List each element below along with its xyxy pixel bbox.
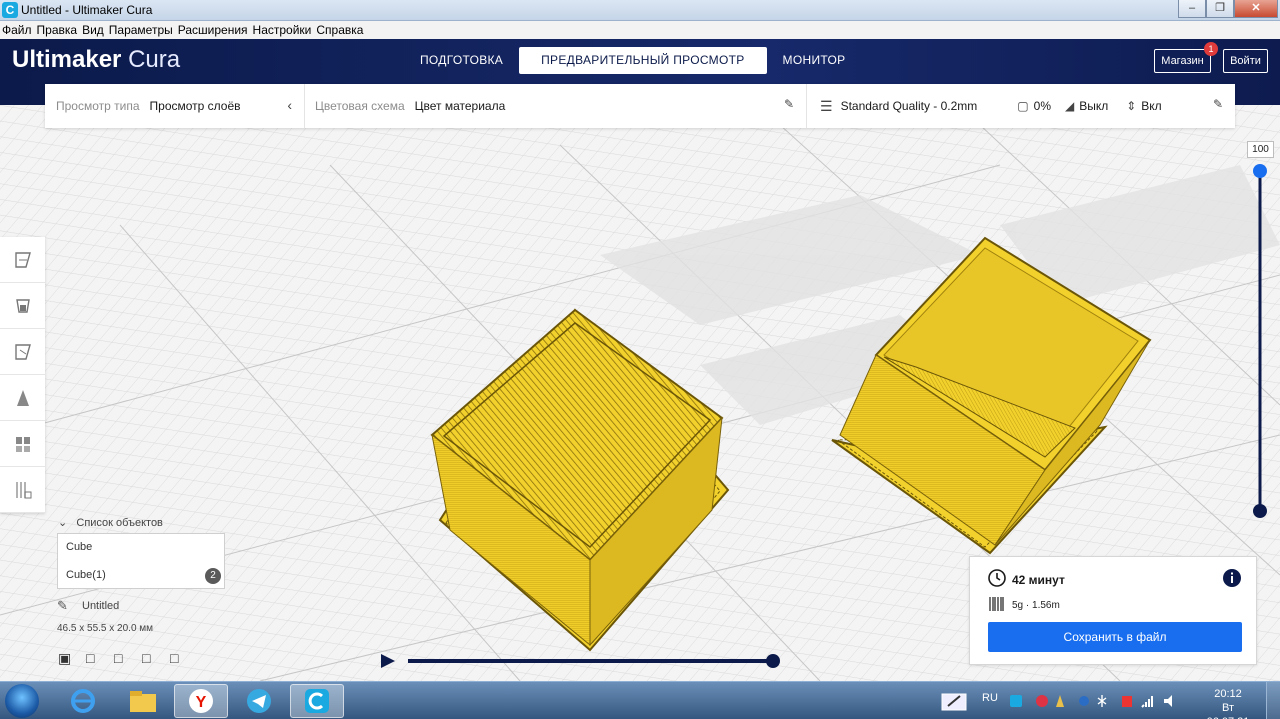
layer-slider-top-handle[interactable] [1253,164,1267,178]
object-list-header[interactable]: ⌄ Список объектов [58,516,163,529]
right-view-icon[interactable]: □ [170,650,198,667]
color-scheme-section[interactable]: Цветовая схема Цвет материала ✎ [305,84,807,128]
infill-value: 0% [1033,99,1051,113]
menu-view[interactable]: Вид [82,23,104,37]
color-scheme-value: Цвет материала [414,99,506,113]
menu-settings[interactable]: Параметры [109,23,173,37]
close-button[interactable]: ✕ [1234,0,1278,18]
cura-taskbar-icon[interactable] [290,684,344,718]
info-icon[interactable] [1223,569,1241,587]
color-scheme-label: Цветовая схема [315,99,405,113]
window-titlebar: C Untitled - Ultimaker Cura – ❐ ✕ [0,0,1280,21]
menu-edit[interactable]: Правка [37,23,78,37]
clock-time: 20:12 [1214,688,1242,700]
show-desktop-button[interactable] [1266,682,1280,719]
mirror-tool-icon[interactable] [0,375,45,421]
language-indicator[interactable]: RU [982,692,998,704]
window-controls: – ❐ ✕ [1178,0,1278,18]
object-list: Cube Cube(1) 2 [57,533,225,589]
quality-value: Standard Quality - 0.2mm [840,99,978,113]
view-type-value: Просмотр слоёв [149,99,241,113]
maximize-button[interactable]: ❐ [1206,0,1234,18]
menu-file[interactable]: Файл [2,23,32,37]
top-view-icon[interactable]: □ [114,650,142,667]
clock-icon [988,569,1006,587]
camera-view-buttons: ▣ □ □ □ □ [58,650,198,667]
file-explorer-icon[interactable] [116,684,170,718]
spool-icon [989,597,1004,611]
adhesion-icon: ⇕ [1126,99,1137,113]
move-tool-icon[interactable] [0,237,45,283]
left-view-icon[interactable]: □ [142,650,170,667]
model-dimensions: 46.5 x 55.5 x 20.0 мм [57,623,154,634]
pencil-icon[interactable]: ✎ [784,97,794,111]
minimize-button[interactable]: – [1178,0,1206,18]
chevron-left-icon[interactable]: ‹ [287,97,292,113]
print-settings-section[interactable]: ☰ Standard Quality - 0.2mm ▢ 0% ◢ Выкл ⇕… [807,84,1235,128]
object-list-title: Список объектов [76,517,163,529]
svg-text:Y: Y [196,694,207,711]
marketplace-badge: 1 [1204,42,1218,56]
save-to-file-button[interactable]: Сохранить в файл [988,622,1242,652]
telegram-icon[interactable] [232,684,286,718]
quality-icon: ☰ [820,97,833,114]
layer-number-label[interactable]: 100 [1247,141,1274,158]
pen-input-icon[interactable] [940,690,968,712]
material-usage: 5g · 1.56m [1012,600,1060,611]
list-item[interactable]: Cube [66,541,92,553]
pencil-icon[interactable]: ✎ [57,598,68,614]
rotate-tool-icon[interactable] [0,329,45,375]
windows-taskbar: Y RU 20:12 Вт 06.07.21 [0,681,1280,719]
infill-icon: ▢ [1017,99,1029,113]
brand-logo: Ultimaker Cura [12,46,181,73]
per-model-settings-icon[interactable] [0,421,45,467]
list-item[interactable]: Cube(1) [66,569,106,581]
support-value: Выкл [1079,99,1109,113]
menu-preferences[interactable]: Настройки [253,23,312,37]
adhesion-value: Вкл [1141,99,1162,113]
internet-explorer-icon[interactable] [56,684,110,718]
support-blocker-icon[interactable] [0,467,45,513]
clock-date: Вт 06.07.21 [1207,702,1250,719]
menu-bar: Файл Правка Вид Параметры Расширения Нас… [0,21,1280,39]
print-info-panel: 42 минут 5g · 1.56m Сохранить в файл [969,556,1257,665]
start-button[interactable] [5,684,39,718]
front-view-icon[interactable]: □ [86,650,114,667]
window-title: Untitled - Ultimaker Cura [21,3,153,17]
tab-prepare[interactable]: ПОДГОТОВКА [404,47,519,74]
layer-slider-bottom-handle[interactable] [1253,504,1267,518]
marketplace-button[interactable]: Магазин [1154,49,1211,73]
clock[interactable]: 20:12 Вт 06.07.21 [1200,687,1256,719]
scale-tool-icon[interactable] [0,283,45,329]
support-icon: ◢ [1064,99,1075,113]
system-tray-icons[interactable] [1008,693,1178,709]
path-slider-handle[interactable] [766,654,780,668]
project-name: Untitled [82,600,120,612]
menu-extensions[interactable]: Расширения [178,23,248,37]
stage-tabs: ПОДГОТОВКА ПРЕДВАРИТЕЛЬНЫЙ ПРОСМОТР МОНИ… [404,47,861,74]
signin-button[interactable]: Войти [1223,49,1268,73]
cura-app-icon: C [2,2,18,18]
view-type-section[interactable]: Просмотр типа Просмотр слоёв ‹ [45,84,305,128]
3d-view-icon[interactable]: ▣ [58,650,86,667]
object-count-badge: 2 [205,568,221,584]
yandex-browser-icon[interactable]: Y [174,684,228,718]
chevron-down-icon: ⌄ [58,517,68,529]
view-toolbar: Просмотр типа Просмотр слоёв ‹ Цветовая … [45,84,1235,128]
tab-preview[interactable]: ПРЕДВАРИТЕЛЬНЫЙ ПРОСМОТР [519,47,767,74]
menu-help[interactable]: Справка [316,23,363,37]
tab-monitor[interactable]: МОНИТОР [767,47,862,74]
view-type-label: Просмотр типа [56,99,140,113]
tool-panel [0,237,45,513]
pencil-icon[interactable]: ✎ [1213,97,1223,111]
print-time: 42 минут [1012,573,1065,587]
